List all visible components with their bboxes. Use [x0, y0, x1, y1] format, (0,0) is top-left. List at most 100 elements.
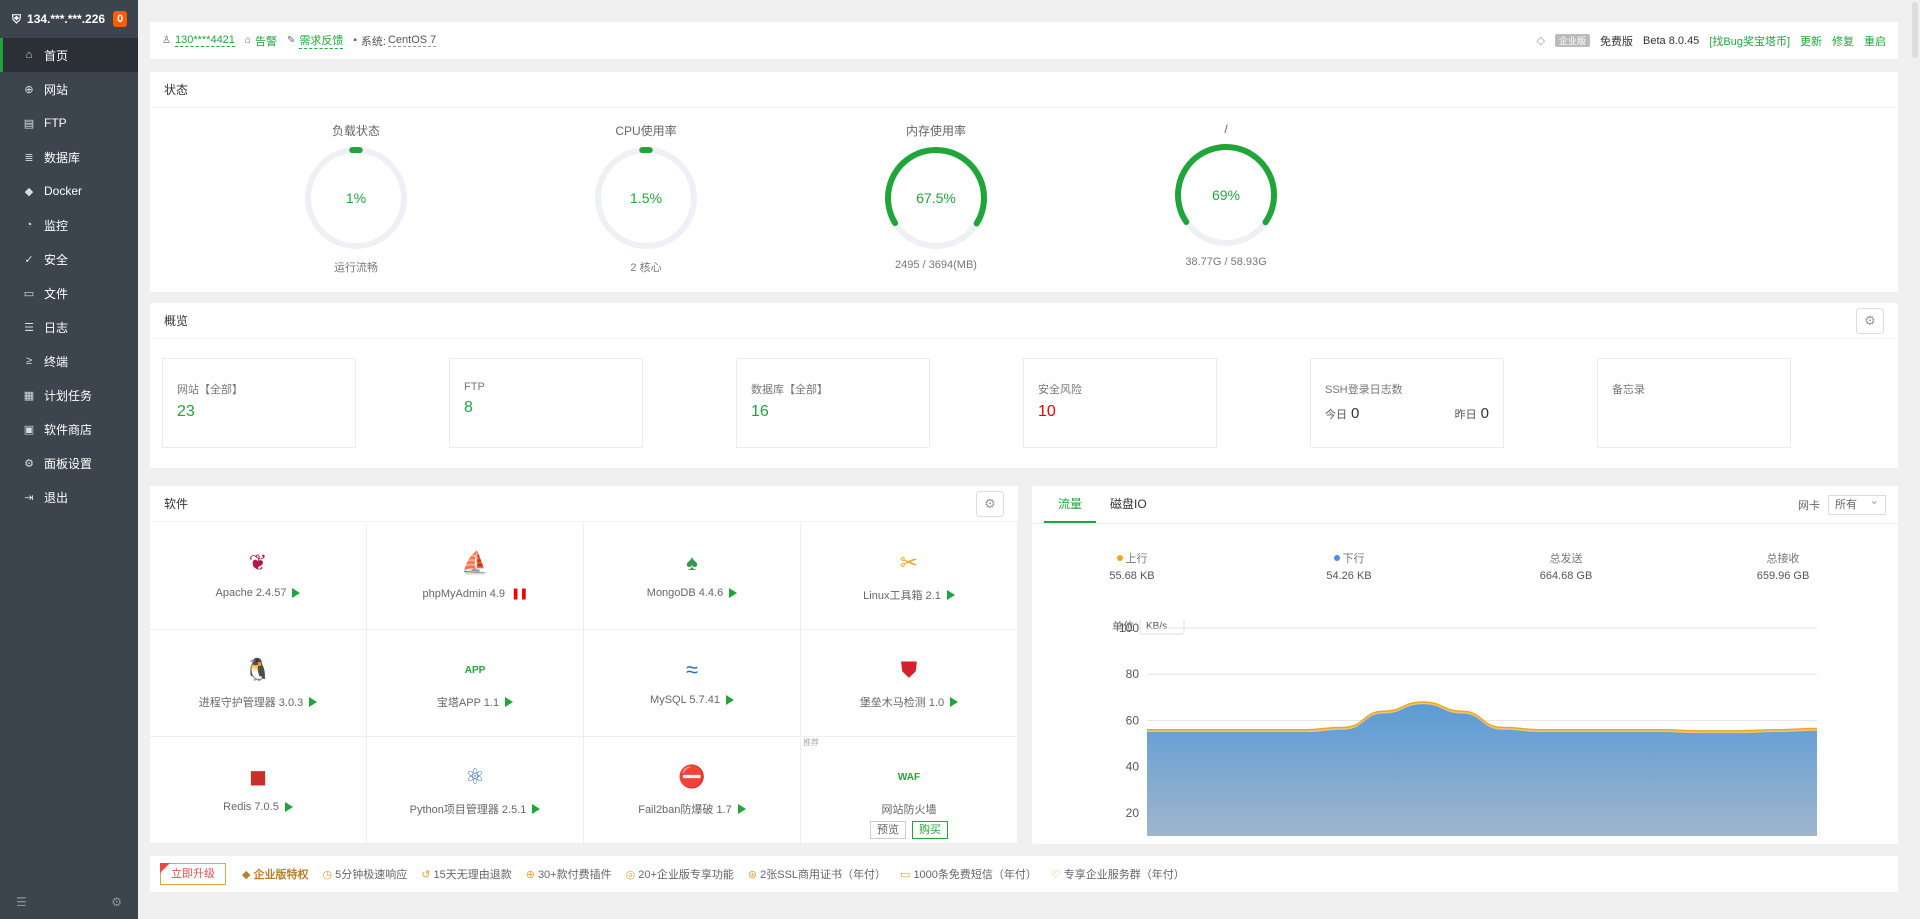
- software-item[interactable]: 🐧 进程守护管理器 3.0.3: [150, 630, 367, 737]
- sidebar-item-8[interactable]: ☰ 日志: [0, 310, 138, 344]
- notification-badge[interactable]: 0: [113, 11, 128, 27]
- traffic-panel: 流量 磁盘IO 网卡 所有 上行 55.68 KB 下行 54.26 KB 总发送 664…: [1032, 486, 1898, 844]
- promo-item[interactable]: ⊕ 30+款付费插件: [526, 869, 612, 881]
- software-name: 堡垒木马检测 1.0: [859, 694, 959, 710]
- traffic-stat-label: 总发送: [1506, 550, 1626, 566]
- legend-dot-icon: [1116, 555, 1123, 561]
- settings-small-icon[interactable]: ⚙: [111, 895, 122, 909]
- bug-reward-link[interactable]: [找Bug奖宝塔币]: [1709, 33, 1790, 49]
- ssh-yesterday-value: 0: [1480, 405, 1489, 422]
- sidebar-item-0[interactable]: ⌂ 首页: [0, 38, 138, 72]
- sidebar-item-13[interactable]: ⇥ 退出: [0, 480, 138, 514]
- promo-item[interactable]: ▭ 1000条免费短信（年付）: [900, 869, 1037, 881]
- version-label: Beta 8.0.45: [1643, 34, 1700, 47]
- traffic-stat-1: 下行 54.26 KB: [1289, 550, 1409, 582]
- software-item[interactable]: ❦ Apache 2.4.57: [150, 523, 367, 630]
- gauge-3[interactable]: / 69% 38.77G / 58.93G: [1126, 108, 1326, 268]
- play-icon[interactable]: [737, 804, 746, 814]
- pause-icon[interactable]: ❚❚: [511, 587, 528, 600]
- overview-card-1[interactable]: FTP 8: [449, 358, 643, 448]
- promo-item-icon: ⊛: [747, 869, 758, 881]
- sidebar-item-label: FTP: [44, 116, 67, 130]
- top-right-actions: ◇ 企业版 免费版 Beta 8.0.45 [找Bug奖宝塔币] 更新 修复 重…: [1537, 33, 1886, 49]
- server-brand[interactable]: ⛨ 134.***.***.226 0: [0, 0, 138, 38]
- play-icon[interactable]: [950, 697, 959, 707]
- promo-item[interactable]: ⊛ 2张SSL商用证书（年付）: [748, 869, 886, 881]
- sidebar-item-3[interactable]: ≣ 数据库: [0, 140, 138, 174]
- alert-link[interactable]: ⌂ 告警: [245, 33, 277, 49]
- software-item[interactable]: ◼ Redis 7.0.5: [150, 737, 367, 844]
- sidebar-item-6[interactable]: ✓ 安全: [0, 242, 138, 276]
- software-item[interactable]: ⛵ phpMyAdmin 4.9 ❚❚: [367, 523, 584, 630]
- play-icon[interactable]: [532, 804, 541, 814]
- overview-card-3[interactable]: 安全风险 10: [1023, 358, 1217, 448]
- sidebar-item-12[interactable]: ⚙ 面板设置: [0, 446, 138, 480]
- overview-settings-button[interactable]: ⚙: [1856, 308, 1884, 334]
- overview-card-value: 16: [751, 403, 769, 420]
- sidebar-item-11[interactable]: ▣ 软件商店: [0, 412, 138, 446]
- promo-item[interactable]: ♡ 专享企业服务群（年付）: [1051, 869, 1185, 881]
- apache-feather-icon: ❦: [248, 550, 268, 575]
- promo-item[interactable]: ◷ 5分钟极速响应: [323, 869, 408, 881]
- software-name-label: 进程守护管理器 3.0.3: [198, 697, 304, 709]
- overview-card-0[interactable]: 网站【全部】 23: [162, 358, 356, 448]
- sidebar-item-1[interactable]: ⊕ 网站: [0, 72, 138, 106]
- software-item[interactable]: ⛊ 堡垒木马检测 1.0: [801, 630, 1018, 737]
- gauge-0[interactable]: 负载状态 1% 运行流畅: [256, 108, 456, 275]
- restart-link[interactable]: 重启: [1864, 33, 1886, 49]
- software-grid: ❦ Apache 2.4.57 ⛵ phpMyAdmin 4.9 ❚❚ ♠ MongoDB …: [150, 523, 1018, 844]
- play-icon[interactable]: [309, 697, 318, 707]
- feedback-link[interactable]: ✎ 需求反馈: [287, 32, 344, 49]
- play-icon[interactable]: [292, 588, 301, 598]
- play-icon[interactable]: [284, 802, 293, 812]
- play-icon[interactable]: [505, 697, 514, 707]
- repair-link[interactable]: 修复: [1832, 33, 1854, 49]
- play-icon[interactable]: [725, 695, 734, 705]
- software-name: Redis 7.0.5: [223, 801, 293, 813]
- sidebar-item-2[interactable]: ▤ FTP: [0, 106, 138, 140]
- overview-card-4[interactable]: SSH登录日志数 今日 0 昨日 0: [1310, 358, 1504, 448]
- gauge-1[interactable]: CPU使用率 1.5% 2 核心: [546, 108, 746, 275]
- software-item[interactable]: ✂ Linux工具箱 2.1: [801, 523, 1018, 630]
- software-settings-button[interactable]: ⚙: [976, 491, 1004, 517]
- software-item[interactable]: ♠ MongoDB 4.4.6: [584, 523, 801, 630]
- promo-item[interactable]: ◎ 20+企业版专享功能: [626, 869, 734, 881]
- user-account[interactable]: ♙ 130****4421: [162, 34, 235, 47]
- nic-select[interactable]: 所有: [1828, 492, 1886, 515]
- sidebar-item-7[interactable]: ▭ 文件: [0, 276, 138, 310]
- software-item[interactable]: 推荐 WAF 网站防火墙 预览 购买: [801, 737, 1018, 844]
- preview-button[interactable]: 预览: [870, 821, 906, 839]
- upgrade-button[interactable]: 立即升级: [160, 863, 226, 885]
- play-icon[interactable]: [729, 588, 738, 598]
- software-item[interactable]: ≈ MySQL 5.7.41: [584, 630, 801, 737]
- nic-selector: 网卡 所有: [1798, 492, 1886, 515]
- gauge-label: CPU使用率: [615, 124, 677, 138]
- promo-item[interactable]: ↺ 15天无理由退款: [421, 869, 511, 881]
- sidebar-item-4[interactable]: ◆ Docker: [0, 174, 138, 208]
- sidebar-item-10[interactable]: ▦ 计划任务: [0, 378, 138, 412]
- scrollbar[interactable]: [1912, 2, 1918, 58]
- sidebar-item-5[interactable]: ◔ 监控: [0, 208, 138, 242]
- software-item[interactable]: APP 宝塔APP 1.1: [367, 630, 584, 737]
- enterprise-tag[interactable]: 企业版: [1555, 34, 1591, 47]
- waf-buttons: 预览 购买: [801, 821, 1017, 839]
- tab-disk-io[interactable]: 磁盘IO: [1096, 485, 1161, 523]
- enterprise-privilege-title[interactable]: ◆ 企业版特权: [242, 866, 309, 882]
- promo-item-label: 1000条免费短信（年付）: [913, 869, 1037, 881]
- overview-panel: 概览 ⚙ 网站【全部】 23 FTP 8 数据库【全部】 16 安全风险 10 SSH登录日志数…: [150, 303, 1898, 468]
- play-icon[interactable]: [946, 590, 955, 600]
- buy-button[interactable]: 购买: [912, 821, 948, 839]
- ftp-icon: ▤: [23, 117, 35, 130]
- overview-card-2[interactable]: 数据库【全部】 16: [736, 358, 930, 448]
- traffic-stat-label-text: 总发送: [1549, 553, 1583, 565]
- overview-card-5[interactable]: 备忘录: [1597, 358, 1791, 448]
- software-item[interactable]: ⚛ Python项目管理器 2.5.1: [367, 737, 584, 844]
- tab-traffic[interactable]: 流量: [1044, 485, 1097, 523]
- gauge-2[interactable]: 内存使用率 67.5% 2495 / 3694(MB): [836, 108, 1036, 271]
- shield-scan-icon: ⛊: [900, 657, 918, 682]
- collapse-icon[interactable]: ☰: [16, 895, 27, 909]
- update-link[interactable]: 更新: [1800, 33, 1822, 49]
- software-name-label: 堡垒木马检测 1.0: [859, 697, 945, 709]
- software-item[interactable]: ⛔ Fail2ban防爆破 1.7: [584, 737, 801, 844]
- sidebar-item-9[interactable]: ≥ 终端: [0, 344, 138, 378]
